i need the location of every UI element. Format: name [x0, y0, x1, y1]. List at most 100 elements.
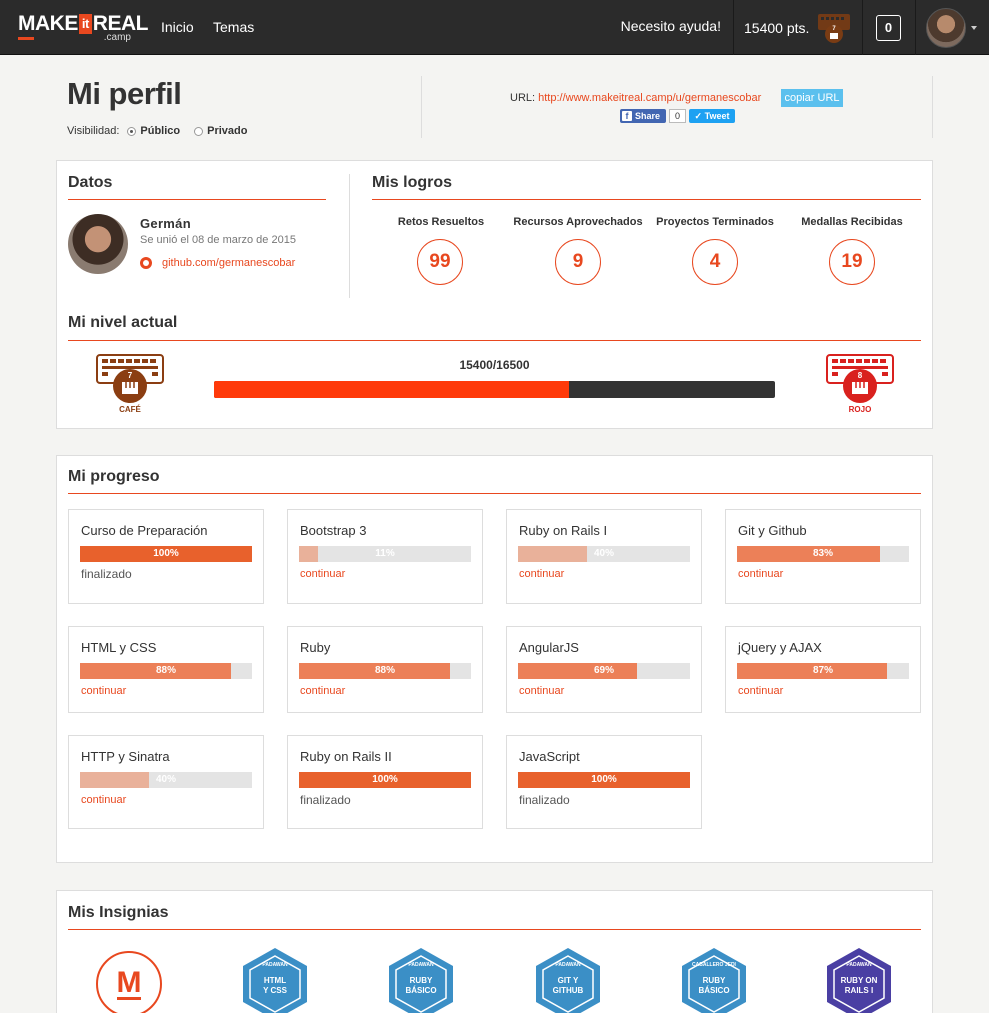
continue-link[interactable]: continuar: [519, 568, 564, 580]
course-card[interactable]: HTTP y Sinatra 40% continuar: [68, 735, 264, 829]
course-status: finalizado: [519, 793, 570, 807]
avatar: [68, 214, 128, 274]
nav-inicio-link[interactable]: Inicio: [161, 18, 194, 36]
course-percent: 100%: [153, 548, 179, 559]
course-badge[interactable]: PADAWAN RUBY BÁSICO: [386, 944, 456, 1013]
course-progress-bar: 100%: [80, 546, 252, 562]
course-percent: 100%: [372, 774, 398, 785]
course-card[interactable]: Bootstrap 3 11% continuar: [287, 509, 483, 604]
badge-rank: PADAWAN: [846, 962, 872, 968]
makeitreal-badge[interactable]: M: [94, 944, 164, 1013]
visibility-private-label[interactable]: Privado: [207, 125, 247, 137]
badge-rank: PADAWAN: [555, 962, 581, 968]
user-name: Germán: [140, 216, 191, 231]
course-badge[interactable]: CABALLERO JEDI RUBY BÁSICO: [679, 944, 749, 1013]
continue-link[interactable]: continuar: [81, 685, 126, 697]
course-card[interactable]: Ruby 88% continuar: [287, 626, 483, 713]
course-name: JavaScript: [519, 749, 580, 764]
course-name: jQuery y AJAX: [738, 640, 822, 655]
next-level-name: ROJO: [849, 405, 872, 414]
radio-public[interactable]: [127, 126, 137, 136]
badge-rank: PADAWAN: [262, 962, 288, 968]
copy-url-button[interactable]: copiar URL: [781, 89, 843, 107]
course-badge[interactable]: PADAWAN RUBY ON RAILS I: [824, 944, 894, 1013]
course-progress-bar: 40%: [80, 772, 252, 788]
notifications-badge[interactable]: 0: [876, 15, 901, 41]
course-card[interactable]: Ruby on Rails II 100% finalizado: [287, 735, 483, 829]
stat-value: 9: [555, 239, 601, 285]
course-name: Curso de Preparación: [81, 523, 208, 538]
course-badge[interactable]: PADAWAN GIT Y GITHUB: [533, 944, 603, 1013]
course-progress-bar: 11%: [299, 546, 471, 562]
course-percent: 40%: [155, 774, 176, 785]
badge-label: BÁSICO: [405, 986, 436, 995]
header-divider: [932, 76, 933, 138]
badge-label: Y CSS: [263, 986, 288, 995]
url-label: URL:: [510, 92, 536, 104]
section-rule: [68, 199, 326, 200]
course-name: Ruby on Rails I: [519, 523, 608, 538]
share-count: 0: [669, 109, 686, 123]
course-card[interactable]: Ruby on Rails I 40% continuar: [506, 509, 702, 604]
continue-link[interactable]: continuar: [738, 685, 783, 697]
section-rule: [68, 493, 921, 494]
nivel-title: Mi nivel actual: [68, 314, 178, 331]
course-card[interactable]: JavaScript 100% finalizado: [506, 735, 702, 829]
help-link[interactable]: Necesito ayuda!: [621, 18, 721, 34]
badge-rank: PADAWAN: [408, 962, 434, 968]
facebook-share-button[interactable]: f Share: [620, 109, 666, 123]
level-progress-text: 15400/16500: [459, 358, 530, 372]
chevron-down-icon[interactable]: [971, 26, 977, 30]
course-card[interactable]: HTML y CSS 88% continuar: [68, 626, 264, 713]
share-label: Share: [635, 111, 661, 121]
course-badge[interactable]: PADAWAN HTML Y CSS: [240, 944, 310, 1013]
top-navbar: MAKE it REAL .camp Inicio Temas Necesito a…: [0, 0, 989, 55]
user-avatar-menu[interactable]: [926, 8, 966, 48]
course-percent: 11%: [375, 548, 395, 559]
course-name: Git y Github: [738, 523, 807, 538]
course-percent: 100%: [591, 774, 617, 785]
logros-title: Mis logros: [372, 174, 453, 191]
continue-link[interactable]: continuar: [519, 685, 564, 697]
profile-url-link[interactable]: http://www.makeitreal.camp/u/germanescob…: [538, 92, 761, 104]
nav-divider: [915, 0, 916, 55]
nav-temas-link[interactable]: Temas: [213, 18, 254, 36]
tweet-button[interactable]: ✓ Tweet: [689, 109, 735, 123]
course-progress-bar: 87%: [737, 663, 909, 679]
radio-private[interactable]: [194, 126, 204, 136]
points-display: 15400 pts.: [744, 20, 810, 36]
course-percent: 40%: [593, 548, 614, 559]
course-card[interactable]: Curso de Preparación 100% finalizado: [68, 509, 264, 604]
makeitreal-logo[interactable]: MAKE it REAL .camp: [18, 10, 148, 46]
badge-label: BÁSICO: [698, 986, 729, 995]
course-progress-bar: 83%: [737, 546, 909, 562]
course-card[interactable]: jQuery y AJAX 87% continuar: [725, 626, 921, 713]
current-level-icon: 7 CAFÉ: [96, 354, 164, 416]
course-card[interactable]: AngularJS 69% continuar: [506, 626, 702, 713]
continue-link[interactable]: continuar: [300, 685, 345, 697]
continue-link[interactable]: continuar: [738, 568, 783, 580]
current-level-number: 7: [128, 371, 133, 380]
badge-label: HTML: [264, 976, 286, 985]
course-card[interactable]: Git y Github 83% continuar: [725, 509, 921, 604]
continue-link[interactable]: continuar: [300, 568, 345, 580]
course-name: Ruby: [300, 640, 331, 655]
github-link[interactable]: github.com/germanescobar: [162, 257, 295, 269]
course-name: HTTP y Sinatra: [81, 749, 170, 764]
badge-rank: CABALLERO JEDI: [692, 962, 737, 968]
stat-label: Medallas Recibidas: [801, 216, 903, 228]
course-name: AngularJS: [519, 640, 579, 655]
tweet-label: Tweet: [704, 111, 730, 121]
nav-divider: [862, 0, 863, 55]
continue-link[interactable]: continuar: [81, 794, 126, 806]
datos-title: Datos: [68, 174, 113, 191]
course-progress-bar: 100%: [518, 772, 690, 788]
stat-value: 19: [829, 239, 875, 285]
section-rule: [68, 929, 921, 930]
next-level-number: 8: [858, 371, 863, 380]
course-status: finalizado: [81, 567, 132, 581]
course-progress-bar: 88%: [299, 663, 471, 679]
course-name: Ruby on Rails II: [300, 749, 392, 764]
level-progress-bar: [214, 381, 775, 398]
visibility-public-label[interactable]: Público: [140, 125, 180, 137]
